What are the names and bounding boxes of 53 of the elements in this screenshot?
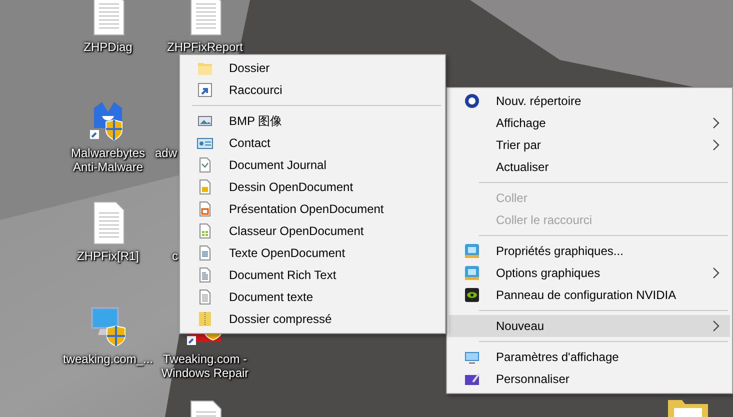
presentation-document-icon xyxy=(197,201,213,217)
drawing-document-icon xyxy=(197,179,213,195)
menu-item[interactable]: Paramètres d'affichage xyxy=(449,346,730,368)
menu-item[interactable]: Panneau de configuration NVIDIA xyxy=(449,284,730,306)
menu-item[interactable]: BMP 图像 xyxy=(182,110,443,132)
zip-folder-icon xyxy=(197,311,213,327)
chevron-right-icon xyxy=(712,320,720,332)
icon-label: ZHPFix[R1] xyxy=(76,249,139,263)
menu-item[interactable]: Nouv. répertoire xyxy=(449,90,730,112)
icon-label: ZHPFixReport xyxy=(166,40,243,54)
icon-label: c xyxy=(172,249,178,263)
icon-label: Malwarebytes Anti-Malware xyxy=(70,146,146,174)
icon-label: adw xyxy=(155,146,178,160)
icon-label: ZHPDiag xyxy=(84,40,132,54)
journal-document-icon xyxy=(197,157,213,173)
menu-item[interactable]: Classeur OpenDocument xyxy=(182,220,443,242)
spreadsheet-document-icon xyxy=(197,223,213,239)
menu-item[interactable]: Contact xyxy=(182,132,443,154)
menu-item[interactable]: Actualiser xyxy=(449,156,730,178)
text-file-icon xyxy=(197,289,213,305)
image-file-icon xyxy=(197,113,213,129)
menu-item[interactable]: Document Rich Text xyxy=(182,264,443,286)
icon-label: tweaking.com_... xyxy=(62,352,154,366)
menu-item[interactable]: Propriétés graphiques... xyxy=(449,240,730,262)
menu-item[interactable]: Présentation OpenDocument xyxy=(182,198,443,220)
monitor-shield-icon xyxy=(88,304,128,348)
graphics-icon xyxy=(464,265,480,281)
contact-card-icon xyxy=(197,135,213,151)
folder-icon xyxy=(197,60,213,76)
menu-item[interactable]: Trier par xyxy=(449,134,730,156)
menu-item[interactable]: Affichage xyxy=(449,112,730,134)
shortcut-icon xyxy=(197,82,213,98)
menu-item[interactable]: Document Journal xyxy=(182,154,443,176)
graphics-icon xyxy=(464,243,480,259)
eye-logo-icon xyxy=(464,287,480,303)
text-document-icon xyxy=(197,245,213,261)
menu-item[interactable]: Dessin OpenDocument xyxy=(182,176,443,198)
menu-item[interactable]: Nouveau xyxy=(449,315,730,337)
menu-item[interactable]: Raccourci xyxy=(182,79,443,101)
menu-item[interactable]: Personnaliser xyxy=(449,368,730,390)
menu-item[interactable]: Dossier xyxy=(182,57,443,79)
menu-item[interactable]: Document texte xyxy=(182,286,443,308)
disc-icon xyxy=(464,93,480,109)
paint-screen-icon xyxy=(464,371,480,387)
menu-item[interactable]: Texte OpenDocument xyxy=(182,242,443,264)
menu-item[interactable]: Dossier compressé xyxy=(182,308,443,330)
monitor-icon xyxy=(464,349,480,365)
icon-label: Tweaking.com - Windows Repair xyxy=(160,352,250,380)
chevron-right-icon xyxy=(712,139,720,151)
chevron-right-icon xyxy=(712,267,720,279)
menu-item[interactable]: Options graphiques xyxy=(449,262,730,284)
chevron-right-icon xyxy=(712,117,720,129)
rich-text-document-icon xyxy=(197,267,213,283)
